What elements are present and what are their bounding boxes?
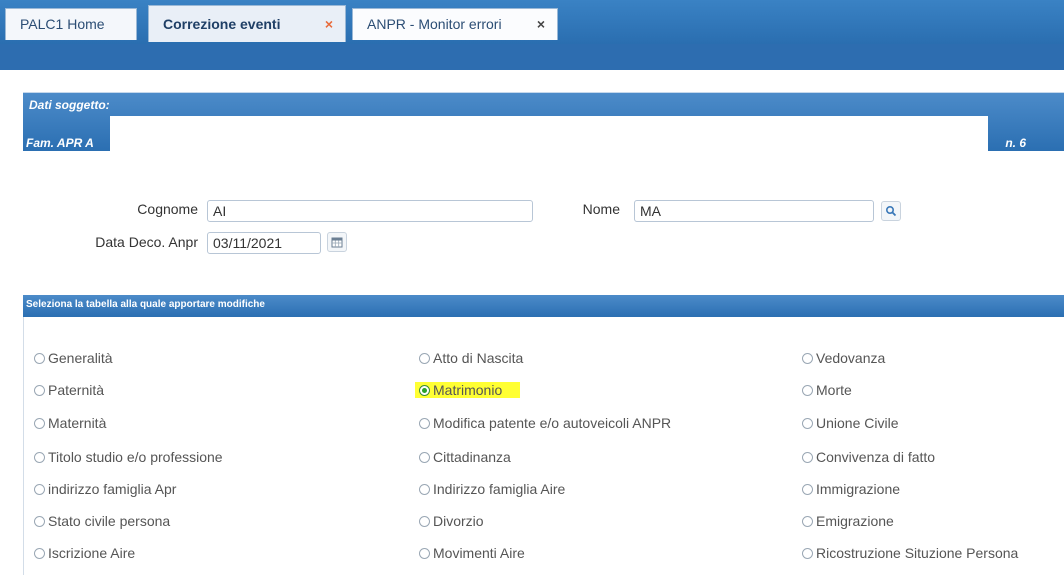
selected-highlight: Matrimonio: [415, 382, 521, 398]
radio-circle-icon: [419, 516, 430, 527]
subject-family-label: Fam. APR A: [26, 136, 94, 150]
option-label: indirizzo famiglia Apr: [48, 481, 177, 497]
redaction-box: [110, 116, 988, 154]
radio-stato-civile[interactable]: Stato civile persona: [34, 510, 170, 532]
radio-unione-civile[interactable]: Unione Civile: [802, 412, 898, 434]
radio-circle-icon: [34, 452, 45, 463]
radio-circle-icon: [34, 516, 45, 527]
radio-paternita[interactable]: Paternità: [34, 379, 104, 401]
search-button[interactable]: [881, 201, 901, 221]
radio-selected-icon: [419, 385, 430, 396]
radio-emigrazione[interactable]: Emigrazione: [802, 510, 894, 532]
data-deco-label: Data Deco. Anpr: [95, 234, 198, 250]
radio-circle-icon: [419, 452, 430, 463]
tab-label: Correzione eventi: [163, 16, 281, 32]
radio-ricostruzione-situzione[interactable]: Ricostruzione Situzione Persona: [802, 542, 1018, 564]
cognome-label: Cognome: [137, 201, 198, 217]
radio-convivenza[interactable]: Convivenza di fatto: [802, 446, 935, 468]
radio-titolo-studio[interactable]: Titolo studio e/o professione: [34, 446, 223, 468]
option-label: Morte: [816, 382, 852, 398]
search-icon: [885, 205, 897, 217]
tab-bar: PALC1 Home Correzione eventi × ANPR - Mo…: [0, 0, 1064, 44]
radio-circle-icon: [802, 385, 813, 396]
option-label: Convivenza di fatto: [816, 449, 936, 465]
radio-indirizzo-famiglia-aire[interactable]: Indirizzo famiglia Aire: [419, 478, 565, 500]
radio-circle-icon: [34, 484, 45, 495]
radio-circle-icon: [802, 516, 813, 527]
radio-iscrizione-aire[interactable]: Iscrizione Aire: [34, 542, 135, 564]
radio-maternita[interactable]: Maternità: [34, 412, 106, 434]
radio-divorzio[interactable]: Divorzio: [419, 510, 484, 532]
radio-circle-icon: [419, 484, 430, 495]
radio-circle-icon: [802, 418, 813, 429]
close-icon[interactable]: ×: [537, 9, 545, 39]
radio-immigrazione[interactable]: Immigrazione: [802, 478, 900, 500]
radio-circle-icon: [802, 484, 813, 495]
option-label: Vedovanza: [816, 350, 886, 366]
tab-label: ANPR - Monitor errori: [367, 16, 502, 32]
subject-number: n. 6: [1005, 136, 1026, 150]
selection-panel-header: Seleziona la tabella alla quale apportar…: [23, 295, 1064, 317]
radio-circle-icon: [802, 353, 813, 364]
radio-circle-icon: [419, 548, 430, 559]
radio-circle-icon: [34, 548, 45, 559]
option-label: Generalità: [48, 350, 113, 366]
radio-circle-icon: [419, 353, 430, 364]
tab-anpr-monitor-errori[interactable]: ANPR - Monitor errori ×: [352, 8, 558, 40]
cognome-input[interactable]: AI: [207, 200, 533, 222]
radio-circle-icon: [34, 418, 45, 429]
radio-movimenti-aire[interactable]: Movimenti Aire: [419, 542, 525, 564]
radio-vedovanza[interactable]: Vedovanza: [802, 347, 885, 369]
calendar-icon: [331, 237, 343, 248]
tab-palc1-home[interactable]: PALC1 Home: [5, 8, 137, 40]
option-label: Emigrazione: [816, 513, 894, 529]
close-icon[interactable]: ×: [325, 6, 333, 42]
option-label: Modifica patente e/o autoveicoli ANPR: [433, 415, 672, 431]
radio-generalita[interactable]: Generalità: [34, 347, 113, 369]
nome-label: Nome: [582, 201, 620, 217]
option-label: Cittadinanza: [433, 449, 511, 465]
option-label: Matrimonio: [433, 382, 503, 398]
radio-matrimonio[interactable]: Matrimonio: [415, 379, 521, 401]
option-label: Atto di Nascita: [433, 350, 524, 366]
tab-correzione-eventi[interactable]: Correzione eventi ×: [148, 5, 346, 42]
nome-input[interactable]: MA: [634, 200, 874, 222]
radio-modifica-patente[interactable]: Modifica patente e/o autoveicoli ANPR: [419, 412, 671, 434]
radio-circle-icon: [419, 418, 430, 429]
option-label: Ricostruzione Situzione Persona: [816, 545, 1019, 561]
option-label: Iscrizione Aire: [48, 545, 136, 561]
option-label: Divorzio: [433, 513, 484, 529]
data-deco-input[interactable]: 03/11/2021: [207, 232, 321, 254]
radio-indirizzo-famiglia-apr[interactable]: indirizzo famiglia Apr: [34, 478, 176, 500]
radio-circle-icon: [34, 385, 45, 396]
option-label: Titolo studio e/o professione: [48, 449, 223, 465]
option-label: Immigrazione: [816, 481, 901, 497]
radio-circle-icon: [802, 452, 813, 463]
radio-cittadinanza[interactable]: Cittadinanza: [419, 446, 511, 468]
tab-label: PALC1 Home: [20, 16, 105, 32]
option-label: Indirizzo famiglia Aire: [433, 481, 566, 497]
option-label: Movimenti Aire: [433, 545, 525, 561]
radio-circle-icon: [802, 548, 813, 559]
radio-atto-di-nascita[interactable]: Atto di Nascita: [419, 347, 523, 369]
option-label: Maternità: [48, 415, 107, 431]
option-label: Unione Civile: [816, 415, 899, 431]
subject-title: Dati soggetto:: [29, 98, 110, 112]
calendar-button[interactable]: [327, 232, 347, 252]
toolbar: [0, 44, 1064, 70]
selection-title: Seleziona la tabella alla quale apportar…: [26, 299, 265, 310]
option-label: Paternità: [48, 382, 105, 398]
radio-morte[interactable]: Morte: [802, 379, 852, 401]
radio-circle-icon: [34, 353, 45, 364]
option-label: Stato civile persona: [48, 513, 171, 529]
